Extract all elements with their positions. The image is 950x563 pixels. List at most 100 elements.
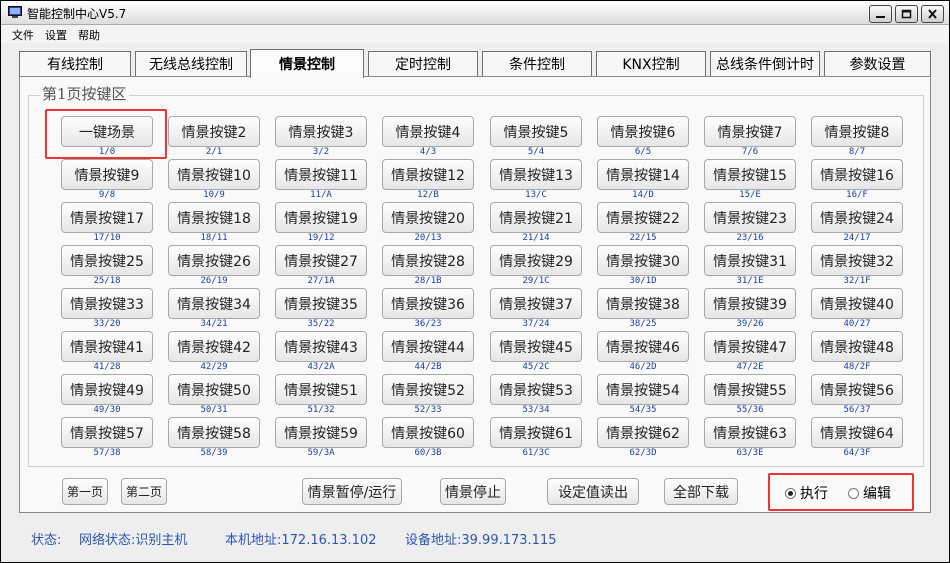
scene-key-button[interactable]: 情景按键58 — [168, 417, 260, 448]
scene-key-button[interactable]: 情景按键47 — [704, 331, 796, 362]
tab-scene-control[interactable]: 情景控制 — [250, 49, 364, 78]
scene-key-button[interactable]: 情景按键37 — [490, 288, 582, 319]
scene-key-button[interactable]: 情景按键33 — [61, 288, 153, 319]
scene-key-button[interactable]: 情景按键16 — [811, 159, 903, 190]
scene-key-code: 43/2A — [307, 362, 335, 372]
tab-bar: 有线控制 无线总线控制 情景控制 定时控制 条件控制 KNX控制 总线条件倒计时… — [19, 49, 931, 78]
menu-help[interactable]: 帮助 — [78, 27, 100, 43]
scene-key-button[interactable]: 情景按键63 — [704, 417, 796, 448]
scene-key-button[interactable]: 情景按键51 — [275, 374, 367, 405]
scene-key-button[interactable]: 情景按键50 — [168, 374, 260, 405]
scene-key-button[interactable]: 情景按键49 — [61, 374, 153, 405]
scene-key-button[interactable]: 情景按键48 — [811, 331, 903, 362]
scene-key-button[interactable]: 情景按键39 — [704, 288, 796, 319]
scene-key-button[interactable]: 情景按键9 — [61, 159, 153, 190]
scene-key-button[interactable]: 情景按键52 — [382, 374, 474, 405]
scene-key-button[interactable]: 情景按键17 — [61, 202, 153, 233]
scene-key-button[interactable]: 情景按键38 — [597, 288, 689, 319]
tab-knx-control[interactable]: KNX控制 — [596, 51, 706, 76]
scene-key-button[interactable]: 情景按键26 — [168, 245, 260, 276]
scene-key-button[interactable]: 情景按键25 — [61, 245, 153, 276]
scene-key-button[interactable]: 情景按键27 — [275, 245, 367, 276]
tab-timer-control[interactable]: 定时控制 — [368, 51, 478, 76]
scene-key-button[interactable]: 情景按键45 — [490, 331, 582, 362]
read-setting-button[interactable]: 设定值读出 — [547, 478, 639, 505]
scene-key-button[interactable]: 情景按键54 — [597, 374, 689, 405]
network-status: 网络状态:识别主机 — [79, 533, 188, 548]
scene-key-button[interactable]: 情景按键56 — [811, 374, 903, 405]
scene-key-button[interactable]: 情景按键21 — [490, 202, 582, 233]
mode-execute-radio[interactable]: 执行 — [785, 483, 828, 503]
scene-key-code: 47/2E — [736, 362, 764, 372]
scene-stop-button[interactable]: 情景停止 — [440, 478, 506, 505]
scene-key-button[interactable]: 情景按键12 — [382, 159, 474, 190]
scene-key-code: 15/E — [739, 190, 761, 200]
scene-key-button[interactable]: 情景按键6 — [597, 116, 689, 147]
maximize-button[interactable] — [895, 5, 918, 23]
tab-bus-countdown[interactable]: 总线条件倒计时 — [710, 51, 820, 76]
scene-key-button[interactable]: 情景按键2 — [168, 116, 260, 147]
scene-key-button[interactable]: 情景按键11 — [275, 159, 367, 190]
scene-key-button[interactable]: 情景按键34 — [168, 288, 260, 319]
scene-key-button[interactable]: 情景按键18 — [168, 202, 260, 233]
radio-unselected-icon — [848, 487, 859, 499]
scene-key-code: 55/36 — [736, 405, 764, 415]
tab-parameter-settings[interactable]: 参数设置 — [824, 51, 931, 76]
close-button[interactable] — [921, 5, 944, 23]
app-window: 智能控制中心V5.7 文件 设置 帮助 有线控制 无线总线控制 情景控制 定时控… — [0, 0, 950, 563]
scene-key-button[interactable]: 情景按键40 — [811, 288, 903, 319]
scene-key-button[interactable]: 情景按键35 — [275, 288, 367, 319]
scene-pause-run-button[interactable]: 情景暂停/运行 — [302, 478, 402, 505]
scene-key-button[interactable]: 情景按键55 — [704, 374, 796, 405]
scene-key-button[interactable]: 情景按键30 — [597, 245, 689, 276]
menu-file[interactable]: 文件 — [12, 27, 34, 43]
tab-wired-control[interactable]: 有线控制 — [19, 51, 131, 76]
scene-key-code: 14/D — [632, 190, 654, 200]
minimize-button[interactable] — [869, 5, 892, 23]
scene-key-code: 35/22 — [307, 319, 335, 329]
scene-key-button[interactable]: 情景按键20 — [382, 202, 474, 233]
scene-key-button[interactable]: 情景按键57 — [61, 417, 153, 448]
scene-key-button[interactable]: 情景按键28 — [382, 245, 474, 276]
scene-key-button[interactable]: 情景按键7 — [704, 116, 796, 147]
scene-key-button[interactable]: 情景按键5 — [490, 116, 582, 147]
page-two-button[interactable]: 第二页 — [121, 478, 167, 505]
scene-key-code: 56/37 — [843, 405, 871, 415]
scene-key-button[interactable]: 情景按键22 — [597, 202, 689, 233]
scene-key-button[interactable]: 情景按键43 — [275, 331, 367, 362]
scene-key-code: 6/5 — [634, 147, 652, 157]
scene-key-button[interactable]: 情景按键41 — [61, 331, 153, 362]
scene-key-code: 2/1 — [205, 147, 223, 157]
menu-settings[interactable]: 设置 — [45, 27, 67, 43]
tab-condition-control[interactable]: 条件控制 — [482, 51, 592, 76]
scene-key-button[interactable]: 情景按键59 — [275, 417, 367, 448]
scene-key-button[interactable]: 情景按键4 — [382, 116, 474, 147]
scene-key-button[interactable]: 情景按键24 — [811, 202, 903, 233]
scene-key-button[interactable]: 情景按键32 — [811, 245, 903, 276]
scene-key-code: 46/2D — [629, 362, 657, 372]
download-all-button[interactable]: 全部下载 — [664, 478, 738, 505]
scene-key-button[interactable]: 情景按键23 — [704, 202, 796, 233]
scene-key-button[interactable]: 情景按键29 — [490, 245, 582, 276]
scene-key-button[interactable]: 情景按键62 — [597, 417, 689, 448]
scene-key-button[interactable]: 情景按键60 — [382, 417, 474, 448]
scene-key-button[interactable]: 情景按键10 — [168, 159, 260, 190]
scene-key-code: 33/20 — [93, 319, 121, 329]
scene-key-button[interactable]: 情景按键44 — [382, 331, 474, 362]
scene-key-button[interactable]: 情景按键19 — [275, 202, 367, 233]
scene-key-button[interactable]: 情景按键42 — [168, 331, 260, 362]
tab-wireless-bus-control[interactable]: 无线总线控制 — [135, 51, 247, 76]
scene-key-button[interactable]: 情景按键64 — [811, 417, 903, 448]
scene-key-button[interactable]: 情景按键15 — [704, 159, 796, 190]
scene-key-button[interactable]: 情景按键8 — [811, 116, 903, 147]
scene-key-button[interactable]: 情景按键46 — [597, 331, 689, 362]
scene-key-button[interactable]: 情景按键14 — [597, 159, 689, 190]
mode-edit-radio[interactable]: 编辑 — [848, 483, 891, 503]
scene-key-button[interactable]: 情景按键53 — [490, 374, 582, 405]
scene-key-button[interactable]: 情景按键13 — [490, 159, 582, 190]
scene-key-button[interactable]: 情景按键31 — [704, 245, 796, 276]
scene-key-button[interactable]: 情景按键61 — [490, 417, 582, 448]
page-one-button[interactable]: 第一页 — [62, 478, 108, 505]
scene-key-button[interactable]: 情景按键3 — [275, 116, 367, 147]
scene-key-button[interactable]: 情景按键36 — [382, 288, 474, 319]
